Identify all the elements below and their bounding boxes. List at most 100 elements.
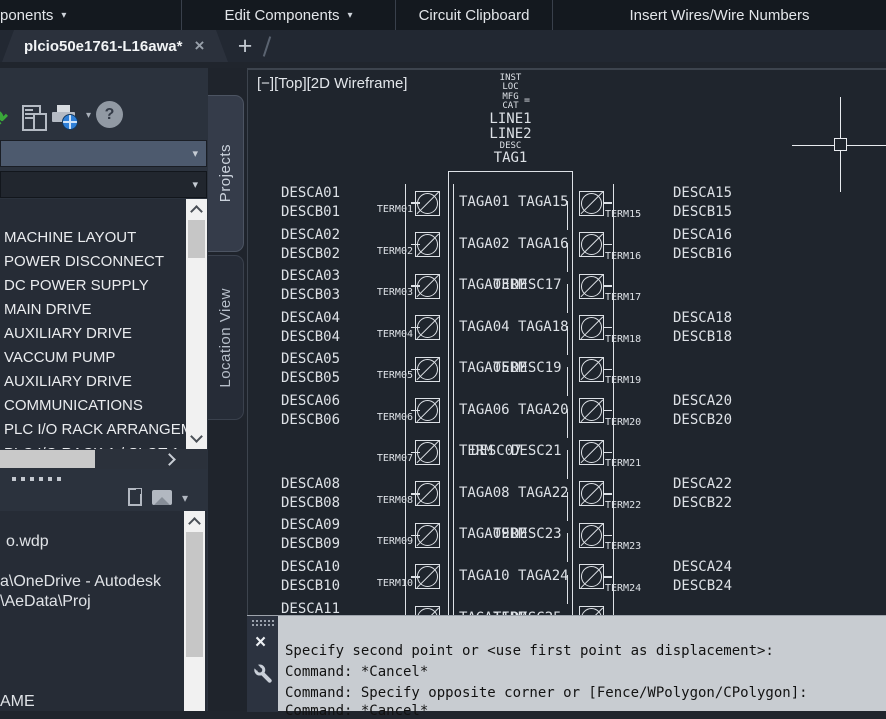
wire-stub bbox=[411, 410, 420, 411]
project-list-item-auxiliary-drive[interactable]: AUXILIARY DRIVE bbox=[4, 370, 132, 394]
scroll-right-icon[interactable] bbox=[163, 453, 176, 466]
wire-stub bbox=[603, 202, 612, 203]
left-terminal-label: TERM10 bbox=[363, 578, 413, 589]
web-globe-icon bbox=[62, 114, 78, 130]
project-list-scrollbar[interactable] bbox=[186, 199, 207, 449]
splitter-grip-icon bbox=[12, 477, 16, 481]
project-list-item-plc-i-o-rack-1-slot-1-a[interactable]: PLC I/O RACK 1 / SLOT 1, A bbox=[4, 442, 197, 449]
close-icon[interactable]: × bbox=[255, 632, 266, 654]
wire-stub bbox=[603, 285, 612, 286]
left-desc-a: DESCA09 bbox=[281, 518, 340, 533]
project-list-item-plc-i-o-rack-arrangeme[interactable]: PLC I/O RACK ARRANGEME bbox=[4, 418, 203, 442]
inner-connection-tick bbox=[567, 409, 568, 438]
top-menu-bar: ponents▾Edit Components▾Circuit Clipboar… bbox=[0, 0, 886, 30]
wire-stub bbox=[603, 369, 612, 370]
terminal-symbol bbox=[579, 274, 604, 299]
left-desc-a: DESCA10 bbox=[281, 560, 340, 575]
project-list-item-dc-power-supply[interactable]: DC POWER SUPPLY bbox=[4, 274, 149, 298]
sidebar-tab-location-view[interactable]: Location View bbox=[208, 255, 244, 420]
left-desc-b: DESCB08 bbox=[281, 496, 340, 511]
page-fold bbox=[136, 489, 141, 494]
right-terminal-label: TERM15 bbox=[605, 209, 641, 220]
project-details-icon[interactable] bbox=[22, 105, 48, 133]
print-web-publish-icon[interactable] bbox=[52, 104, 82, 134]
plc-io-point-text: DESC19 bbox=[511, 361, 562, 376]
project-drawing-list[interactable]: MACHINE LAYOUTPOWER DISCONNECTDC POWER S… bbox=[0, 199, 207, 449]
tab-close-icon[interactable]: × bbox=[194, 39, 204, 53]
refresh-icon[interactable]: ⟳ bbox=[0, 104, 8, 134]
drag-grip-icon[interactable] bbox=[252, 620, 254, 622]
scrollbar-thumb[interactable] bbox=[186, 532, 203, 657]
scroll-up-icon[interactable] bbox=[188, 517, 201, 530]
wire-stub bbox=[603, 327, 612, 328]
drawing-list-dropdown[interactable]: ▾ bbox=[0, 171, 207, 198]
printer-paper bbox=[57, 105, 70, 112]
scroll-down-icon[interactable] bbox=[190, 430, 203, 443]
chevron-down-icon: ▾ bbox=[61, 10, 66, 21]
project-list-item-auxiliary-drive[interactable]: AUXILIARY DRIVE bbox=[4, 322, 132, 346]
palette-splitter[interactable] bbox=[0, 469, 208, 485]
plc-io-point-text: DESC17 bbox=[511, 278, 562, 293]
sidebar-tab-projects[interactable]: Projects bbox=[208, 95, 244, 252]
project-list-item-power-disconnect[interactable]: POWER DISCONNECT bbox=[4, 250, 164, 274]
project-list-horizontal-scrollbar[interactable] bbox=[0, 449, 207, 469]
terminal-symbol bbox=[579, 398, 604, 423]
preview-view-icon[interactable] bbox=[152, 490, 172, 505]
scrollbar-thumb[interactable] bbox=[188, 220, 205, 258]
crosshair-cursor bbox=[847, 145, 886, 146]
right-desc-b: DESCB24 bbox=[673, 579, 732, 594]
right-desc-a: DESCA18 bbox=[673, 311, 732, 326]
project-list-item-communications[interactable]: COMMUNICATIONS bbox=[4, 394, 143, 418]
project-list-item-vaccum-pump[interactable]: VACCUM PUMP bbox=[4, 346, 115, 370]
details-card bbox=[33, 113, 47, 131]
terminal-symbol bbox=[579, 523, 604, 548]
right-desc-a: DESCA22 bbox=[673, 477, 732, 492]
right-desc-a: DESCA20 bbox=[673, 394, 732, 409]
menu-item-circuit-clipboard[interactable]: Circuit Clipboard bbox=[396, 0, 553, 30]
details-scrollbar[interactable] bbox=[184, 511, 205, 711]
chevron-down-icon[interactable]: ▾ bbox=[182, 491, 188, 505]
scroll-up-icon[interactable] bbox=[190, 205, 203, 218]
wrench-icon[interactable] bbox=[251, 662, 276, 687]
left-desc-b: DESCB03 bbox=[281, 288, 340, 303]
drawing-file-tab[interactable]: plcio50e1761-L16awa* × bbox=[2, 30, 228, 62]
wire-stub bbox=[603, 244, 612, 245]
scrollbar-thumb[interactable] bbox=[0, 450, 95, 468]
left-terminal-label: TERM01 bbox=[363, 204, 413, 215]
drawing-canvas[interactable]: [−][Top][2D Wireframe] INST LOC MFG CAT … bbox=[247, 68, 886, 615]
new-tab-button[interactable]: + bbox=[231, 30, 259, 62]
chevron-down-icon: ▾ bbox=[348, 10, 353, 21]
wire-stub bbox=[411, 202, 420, 203]
details-view-icon[interactable] bbox=[128, 488, 142, 506]
project-list-item-main-drive[interactable]: MAIN DRIVE bbox=[4, 298, 92, 322]
sidebar-tab-label: Location View bbox=[217, 288, 234, 388]
left-desc-a: DESCA03 bbox=[281, 269, 340, 284]
wire-stub bbox=[411, 576, 420, 577]
left-terminal-label: TERM08 bbox=[363, 495, 413, 506]
right-terminal-label: TERM20 bbox=[605, 417, 641, 428]
viewport-controls[interactable]: [−][Top][2D Wireframe] bbox=[257, 75, 407, 92]
palette-tab-strip: Projects Location View bbox=[208, 68, 247, 711]
plc-inner-line bbox=[453, 184, 454, 615]
crosshair-cursor bbox=[792, 145, 834, 146]
menu-item-insert-wires-wire-numbers[interactable]: Insert Wires/Wire Numbers bbox=[553, 0, 886, 30]
terminal-symbol bbox=[579, 315, 604, 340]
right-terminal-label: TERM23 bbox=[605, 541, 641, 552]
plc-attr-loc: LOC bbox=[448, 83, 573, 92]
inner-connection-tick bbox=[567, 533, 568, 562]
chevron-down-icon[interactable]: ▾ bbox=[86, 110, 91, 121]
command-history-line: Command: Specify opposite corner or [Fen… bbox=[285, 685, 808, 701]
project-selector-dropdown[interactable]: ▾ bbox=[0, 140, 207, 167]
project-list-item-machine-layout[interactable]: MACHINE LAYOUT bbox=[4, 226, 136, 250]
command-line-window[interactable]: × Specify second point or <use first poi… bbox=[247, 615, 886, 711]
left-terminal-label: TERM04 bbox=[363, 329, 413, 340]
inner-connection-tick bbox=[567, 284, 568, 313]
wrench-handle bbox=[260, 671, 272, 683]
menu-item-ponents[interactable]: ponents▾ bbox=[0, 0, 182, 30]
left-desc-b: DESCB10 bbox=[281, 579, 340, 594]
menu-item-edit-components[interactable]: Edit Components▾ bbox=[182, 0, 396, 30]
project-manager-palette: ⟳ ▾ ? ▾ ▾ MACHINE LAYOUTPOWER DISCONNECT… bbox=[0, 68, 208, 711]
plc-io-point-text: TAGA20 bbox=[518, 403, 569, 418]
terminal-symbol bbox=[579, 357, 604, 382]
help-icon[interactable]: ? bbox=[96, 101, 123, 128]
